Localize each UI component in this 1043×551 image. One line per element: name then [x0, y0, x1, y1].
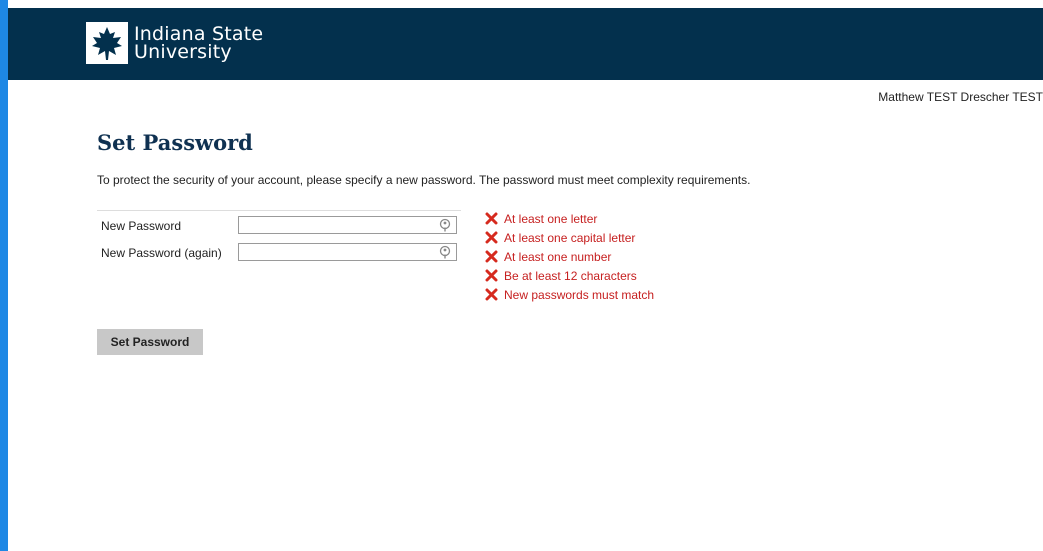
- form-divider: [97, 210, 461, 211]
- logo-line-2: University: [134, 41, 232, 63]
- new-password-input[interactable]: [238, 216, 457, 234]
- key-icon[interactable]: [439, 218, 451, 232]
- requirement-item: At least one number: [485, 247, 654, 266]
- logo-wordmark: Indiana State University: [134, 25, 263, 63]
- left-edge-bar: [0, 0, 8, 551]
- password-requirements-list: At least one letter At least one capital…: [485, 209, 654, 304]
- requirement-item: At least one letter: [485, 209, 654, 228]
- confirm-password-label: New Password (again): [101, 246, 222, 260]
- page-title: Set Password: [97, 130, 253, 155]
- requirement-text: New passwords must match: [504, 287, 655, 302]
- requirement-text: At least one letter: [504, 211, 598, 226]
- site-header: Indiana State University: [8, 8, 1043, 80]
- confirm-password-input[interactable]: [238, 243, 457, 261]
- new-password-label: New Password: [101, 219, 182, 233]
- x-icon: [485, 250, 498, 263]
- x-icon: [485, 269, 498, 282]
- key-icon[interactable]: [439, 245, 451, 259]
- intro-text: To protect the security of your account,…: [97, 173, 751, 187]
- requirement-item: New passwords must match: [485, 285, 654, 304]
- requirement-item: At least one capital letter: [485, 228, 654, 247]
- user-display-name: Matthew TEST Drescher TEST: [878, 90, 1043, 104]
- set-password-button[interactable]: Set Password: [97, 329, 203, 355]
- x-icon: [485, 212, 498, 225]
- x-icon: [485, 288, 498, 301]
- university-logo[interactable]: Indiana State University: [86, 22, 263, 64]
- requirement-text: At least one number: [504, 249, 612, 264]
- requirement-item: Be at least 12 characters: [485, 266, 654, 285]
- requirement-text: Be at least 12 characters: [504, 268, 637, 283]
- requirement-text: At least one capital letter: [504, 230, 636, 245]
- x-icon: [485, 231, 498, 244]
- leaf-icon: [86, 22, 128, 64]
